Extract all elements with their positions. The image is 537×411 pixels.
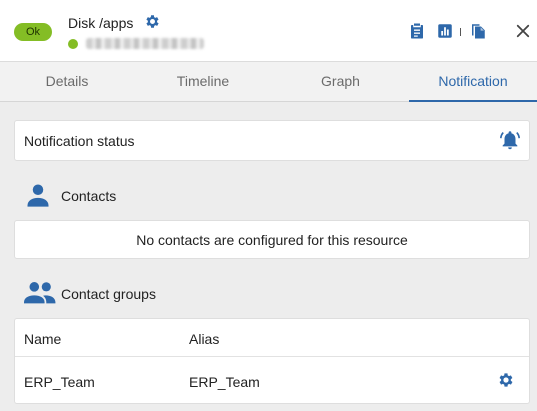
host-name-redacted (86, 38, 204, 49)
gear-icon[interactable] (144, 13, 161, 30)
group-name-cell: ERP_Team (24, 374, 95, 390)
contact-groups-label: Contact groups (61, 286, 156, 302)
tab-timeline[interactable]: Timeline (134, 62, 272, 102)
contact-groups-section-header: Contact groups (24, 279, 244, 309)
person-icon (27, 184, 49, 207)
detail-tabs: Details Timeline Graph Notification (0, 62, 537, 102)
notification-status-card: Notification status (14, 120, 530, 161)
contact-groups-table: Name Alias ERP_Team ERP_Team (14, 318, 530, 404)
contacts-empty-card: No contacts are configured for this reso… (14, 220, 530, 259)
resource-header: Ok Disk /apps (0, 0, 537, 62)
contacts-empty-message: No contacts are configured for this reso… (136, 232, 408, 248)
column-header-name: Name (24, 331, 62, 347)
column-header-alias: Alias (189, 331, 220, 347)
notification-status-label: Notification status (24, 133, 135, 149)
close-icon[interactable] (514, 22, 532, 40)
tab-notification[interactable]: Notification (409, 62, 537, 102)
table-divider (15, 356, 529, 357)
copy-icon[interactable] (469, 22, 487, 40)
people-group-icon (24, 282, 56, 304)
icon-separator (460, 28, 461, 36)
tab-graph[interactable]: Graph (272, 62, 409, 102)
bar-chart-icon[interactable] (436, 22, 454, 40)
contacts-section-header: Contacts (24, 181, 224, 211)
bell-ringing-icon (500, 131, 520, 150)
gear-icon[interactable] (497, 371, 515, 389)
clipboard-icon[interactable] (408, 22, 426, 40)
status-badge: Ok (14, 23, 52, 41)
tab-details[interactable]: Details (0, 62, 134, 102)
resource-title: Disk /apps (68, 15, 134, 31)
host-status-dot (68, 39, 78, 49)
contacts-label: Contacts (61, 188, 117, 204)
group-alias-cell: ERP_Team (189, 374, 260, 390)
